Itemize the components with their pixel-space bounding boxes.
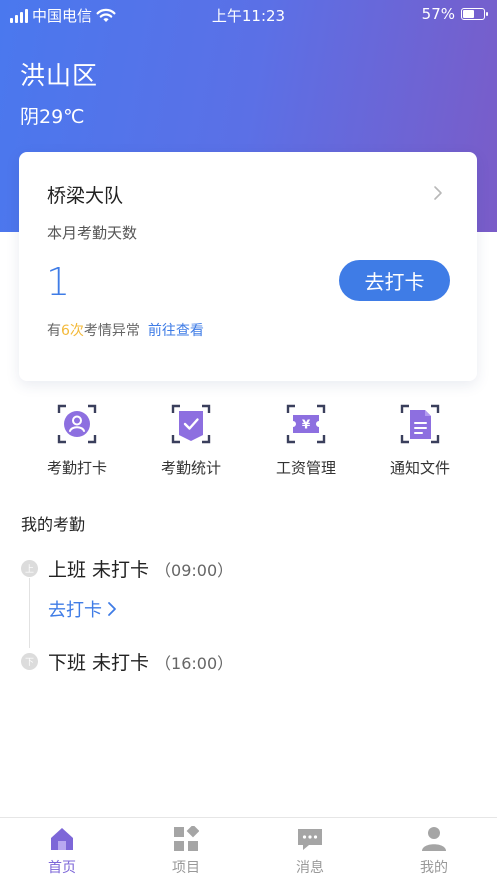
on-duty-time: （09:00） <box>155 561 234 580</box>
checklist-icon <box>171 404 211 444</box>
quick-action-label: 考勤打卡 <box>46 459 107 477</box>
quick-action-attendance-punch[interactable]: 考勤打卡 <box>27 402 127 478</box>
punch-link-label: 去打卡 <box>48 600 102 621</box>
quick-actions: 考勤打卡 考勤统计 ¥ 工资管理 通知文件 <box>0 402 497 488</box>
on-duty-row: 上班 未打卡 （09:00） <box>48 555 233 582</box>
timeline-line <box>29 578 30 648</box>
tab-label: 消息 <box>296 860 324 876</box>
quick-action-label: 考勤统计 <box>160 459 221 477</box>
battery-percent: 57% <box>421 5 455 23</box>
quick-action-attendance-stats[interactable]: 考勤统计 <box>141 402 241 478</box>
off-duty-time: （16:00） <box>155 654 234 673</box>
status-right: 57% <box>421 5 488 23</box>
off-duty-label: 下班 未打卡 <box>48 652 150 674</box>
svg-text:¥: ¥ <box>302 418 311 432</box>
tab-label: 首页 <box>48 860 76 876</box>
bottom-tab-bar: 首页 项目 消息 我的 <box>0 817 497 883</box>
abnormal-notice: 有6次考情异常 前往查看 <box>47 320 204 340</box>
view-abnormal-link[interactable]: 前往查看 <box>148 323 204 339</box>
quick-action-label: 通知文件 <box>389 459 450 477</box>
weather-text: 阴29℃ <box>20 106 85 128</box>
off-duty-badge: 下 <box>21 653 38 670</box>
on-duty-label: 上班 未打卡 <box>48 559 150 581</box>
document-icon <box>400 404 440 444</box>
attendance-day-count: 1 <box>46 260 71 304</box>
chevron-right-icon <box>108 602 116 616</box>
tab-label: 项目 <box>172 860 200 876</box>
yuan-ticket-icon: ¥ <box>286 404 326 444</box>
person-icon <box>422 827 446 851</box>
battery-icon <box>461 8 488 20</box>
status-bar: 中国电信 上午11:23 57% <box>0 0 497 30</box>
tab-home[interactable]: 首页 <box>22 826 102 877</box>
tab-mine[interactable]: 我的 <box>394 826 474 877</box>
quick-action-salary[interactable]: ¥ 工资管理 <box>256 402 356 478</box>
home-icon <box>51 828 73 850</box>
user-badge-icon <box>57 404 97 444</box>
on-duty-badge: 上 <box>21 560 38 577</box>
off-duty-row: 下班 未打卡 （16:00） <box>48 648 233 675</box>
tab-messages[interactable]: 消息 <box>270 826 350 877</box>
message-icon <box>298 829 322 850</box>
quick-action-notices[interactable]: 通知文件 <box>370 402 470 478</box>
grid-icon <box>174 826 199 851</box>
team-name[interactable]: 桥梁大队 <box>47 181 123 208</box>
punch-link[interactable]: 去打卡 <box>48 596 118 622</box>
abnormal-prefix: 有 <box>47 323 61 339</box>
tab-label: 我的 <box>420 860 448 876</box>
chevron-right-icon[interactable] <box>429 184 447 202</box>
attendance-card: 桥梁大队 本月考勤天数 1 去打卡 有6次考情异常 前往查看 <box>19 152 477 381</box>
district-name[interactable]: 洪山区 <box>20 56 98 92</box>
month-attendance-label: 本月考勤天数 <box>47 224 138 242</box>
my-attendance-title: 我的考勤 <box>21 515 86 534</box>
quick-action-label: 工资管理 <box>275 459 336 477</box>
abnormal-count: 6次 <box>61 323 84 339</box>
abnormal-suffix: 考情异常 <box>83 323 140 339</box>
tab-projects[interactable]: 项目 <box>146 826 226 877</box>
punch-in-button[interactable]: 去打卡 <box>339 260 450 301</box>
